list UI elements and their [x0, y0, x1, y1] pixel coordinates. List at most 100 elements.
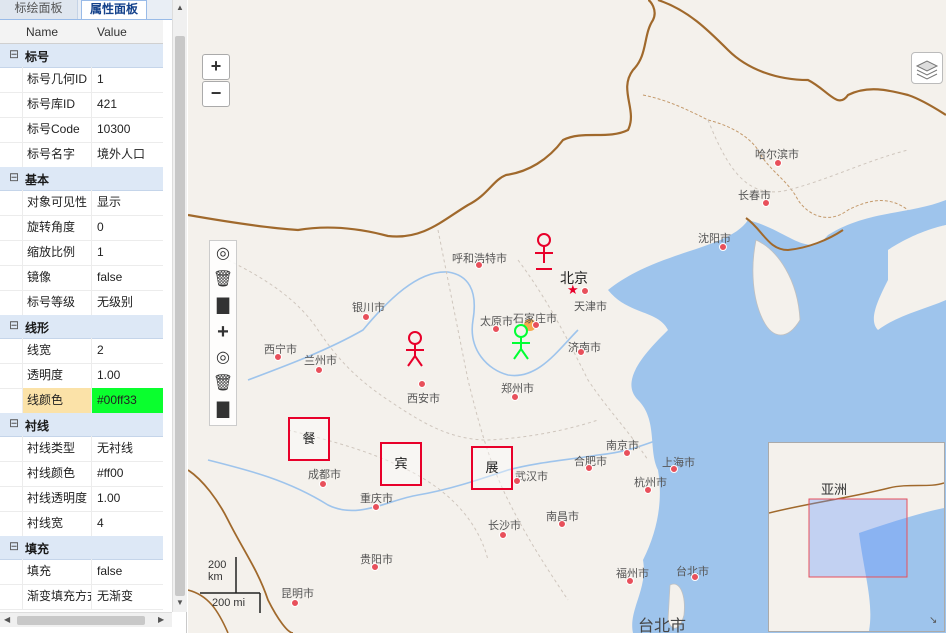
scroll-left-icon[interactable]: ◀ — [4, 615, 10, 624]
collapse-icon[interactable]: ⊟ — [9, 416, 19, 430]
property-value[interactable]: false — [92, 559, 163, 584]
city-dot[interactable] — [513, 477, 521, 485]
city-dot[interactable] — [577, 348, 585, 356]
city-dot[interactable] — [644, 486, 652, 494]
property-row[interactable]: 缩放比例 1 — [0, 240, 163, 266]
city-dot[interactable] — [762, 199, 770, 207]
overview-map[interactable]: 亚洲 ↘ — [768, 442, 945, 632]
trash-icon[interactable]: 🗑 — [210, 267, 236, 293]
property-row[interactable]: 对象可见性 显示 — [0, 190, 163, 216]
city-dot[interactable] — [585, 464, 593, 472]
city-dot[interactable] — [418, 380, 426, 388]
property-row[interactable]: 衬线透明度 1.00 — [0, 486, 163, 512]
sign-exhibition[interactable]: 展 — [471, 446, 513, 490]
city-dot[interactable] — [291, 599, 299, 607]
city-dot[interactable] — [670, 465, 678, 473]
group-header[interactable]: ⊟ 基本 — [0, 167, 163, 191]
city-dot[interactable] — [315, 366, 323, 374]
property-value[interactable]: 1.00 — [92, 486, 163, 511]
horizontal-scrollbar[interactable]: ◀ ▶ — [0, 612, 172, 627]
target-icon[interactable]: ◎ — [210, 241, 236, 267]
scroll-right-icon[interactable]: ▶ — [158, 615, 164, 624]
property-row[interactable]: 线颜色 #00ff33 — [0, 388, 163, 414]
city-dot[interactable] — [719, 243, 727, 251]
property-row[interactable]: 标号等级 无级别 — [0, 290, 163, 316]
scroll-up-icon[interactable]: ▲ — [176, 3, 184, 12]
city-dot[interactable] — [691, 573, 699, 581]
property-row[interactable]: 标号库ID 421 — [0, 92, 163, 118]
property-row[interactable]: 旋转角度 0 — [0, 215, 163, 241]
property-value[interactable]: 1 — [92, 67, 163, 92]
scroll-down-icon[interactable]: ▼ — [176, 598, 184, 607]
property-row[interactable]: 标号Code 10300 — [0, 117, 163, 143]
city-dot[interactable] — [362, 313, 370, 321]
collapse-icon[interactable]: ⊟ — [9, 170, 19, 184]
overview-toggle-icon[interactable]: ↘ — [929, 615, 937, 626]
city-dot[interactable] — [372, 503, 380, 511]
property-row[interactable]: 标号名字 境外人口 — [0, 142, 163, 168]
property-row[interactable]: 衬线宽 4 — [0, 511, 163, 537]
collapse-icon[interactable]: ⊟ — [9, 318, 19, 332]
collapse-icon[interactable]: ⊟ — [9, 47, 19, 61]
property-row[interactable]: 填充 false — [0, 559, 163, 585]
person-marker-red[interactable] — [533, 233, 557, 273]
property-value[interactable]: 4 — [92, 511, 163, 536]
city-dot[interactable] — [492, 325, 500, 333]
property-row[interactable]: 线宽 2 — [0, 338, 163, 364]
map-view[interactable]: ★ 哈尔滨市 长春市 沈阳市 呼和浩特市 天津市 银川市 太原市 石家庄市 西宁市 兰州市 济南市郑… — [188, 0, 946, 633]
group-header[interactable]: ⊟ 衬线 — [0, 413, 163, 437]
target-icon[interactable]: ◎ — [210, 345, 236, 371]
plus-icon[interactable]: + — [210, 319, 236, 345]
save-icon[interactable]: ▇ — [210, 293, 236, 319]
person-marker-red-2[interactable] — [404, 330, 428, 370]
property-value[interactable]: 0 — [92, 215, 163, 240]
property-row[interactable]: 镜像 false — [0, 265, 163, 291]
layer-switcher-button[interactable] — [911, 52, 943, 84]
group-header[interactable]: ⊟ 标号 — [0, 44, 163, 68]
city-dot[interactable] — [774, 159, 782, 167]
property-value[interactable]: false — [92, 265, 163, 290]
property-value[interactable]: #00ff33 — [92, 388, 163, 413]
city-dot[interactable] — [581, 287, 589, 295]
header-value[interactable]: Value — [97, 25, 127, 39]
property-value[interactable]: 1 — [92, 240, 163, 265]
property-row[interactable]: 透明度 1.00 — [0, 363, 163, 389]
vertical-scrollbar[interactable]: ▲ ▼ — [172, 0, 187, 612]
property-value[interactable]: 2 — [92, 338, 163, 363]
group-header[interactable]: ⊟ 填充 — [0, 536, 163, 560]
save-icon[interactable]: ▇ — [210, 397, 236, 423]
city-dot[interactable] — [499, 531, 507, 539]
property-value[interactable]: 1.00 — [92, 363, 163, 388]
property-value[interactable]: 无级别 — [92, 290, 163, 315]
city-dot[interactable] — [475, 261, 483, 269]
zoom-in-button[interactable]: + — [202, 54, 230, 80]
property-value[interactable]: 无衬线 — [92, 436, 163, 461]
city-dot[interactable] — [274, 353, 282, 361]
property-value[interactable]: 境外人口 — [92, 142, 163, 167]
property-value[interactable]: #ff00 — [92, 461, 163, 486]
property-row[interactable]: 衬线类型 无衬线 — [0, 436, 163, 462]
hscroll-thumb[interactable] — [17, 616, 145, 625]
zoom-out-button[interactable]: − — [202, 81, 230, 107]
city-dot[interactable] — [319, 480, 327, 488]
city-dot[interactable] — [371, 563, 379, 571]
city-dot[interactable] — [511, 393, 519, 401]
trash-icon[interactable]: 🗑 — [210, 371, 236, 397]
header-name[interactable]: Name — [26, 25, 58, 39]
property-value[interactable]: 421 — [92, 92, 163, 117]
group-header[interactable]: ⊟ 线形 — [0, 315, 163, 339]
property-value[interactable]: 无渐变 — [92, 584, 163, 609]
sign-hotel[interactable]: 宾 — [380, 442, 422, 486]
tab-property-panel[interactable]: 属性面板 — [81, 0, 147, 19]
sign-canteen[interactable]: 餐 — [288, 417, 330, 461]
city-dot[interactable] — [558, 520, 566, 528]
collapse-icon[interactable]: ⊟ — [9, 539, 19, 553]
tab-marker-panel[interactable]: 标绘面板 — [0, 0, 78, 19]
person-marker-green[interactable] — [510, 323, 534, 363]
city-dot[interactable] — [626, 577, 634, 585]
property-row[interactable]: 衬线颜色 #ff00 — [0, 461, 163, 487]
property-value[interactable]: 显示 — [92, 190, 163, 215]
property-row[interactable]: 渐变填充方式 无渐变 — [0, 584, 163, 610]
city-dot[interactable] — [623, 449, 631, 457]
scroll-thumb[interactable] — [175, 36, 185, 596]
